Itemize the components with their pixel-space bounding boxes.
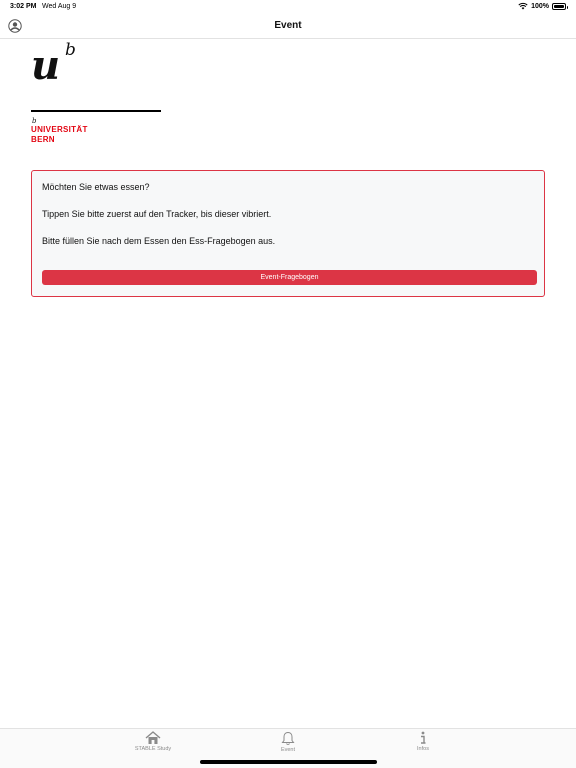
university-logo: u b b UNIVERSITÄT BERN [31,40,171,148]
logo-divider [31,110,161,112]
event-card: Möchten Sie etwas essen? Tippen Sie bitt… [31,170,545,297]
logo-bern-text: BERN [31,135,55,144]
tab-infos[interactable]: Infos [383,731,463,752]
tab-stable-study[interactable]: STABLE Study [113,731,193,752]
status-date: Wed Aug 9 [42,3,77,10]
bell-icon [281,731,295,746]
event-questionnaire-button[interactable]: Event-Fragebogen [42,270,537,285]
logo-letter-b: b [65,40,76,60]
tracker-instruction: Tippen Sie bitte zuerst auf den Tracker,… [42,209,272,219]
tab-label-infos: Infos [417,746,429,752]
event-question: Möchten Sie etwas essen? [42,182,150,192]
logo-university-text: UNIVERSITÄT [31,125,88,134]
logo-small-b: b [32,117,37,125]
tab-label-stable-study: STABLE Study [134,746,172,752]
battery-fill [554,4,564,8]
status-right: 100% [518,2,568,10]
page-title: Event [274,20,302,31]
status-bar: 3:02 PM Wed Aug 9 100% [0,0,576,14]
wifi-icon [518,2,528,10]
home-indicator [200,760,377,764]
tab-event[interactable]: Event [248,731,328,753]
battery-percent: 100% [531,2,549,10]
questionnaire-instruction: Bitte füllen Sie nach dem Essen den Ess-… [42,236,276,246]
nav-bar: Event [0,14,576,39]
battery-icon [552,2,568,10]
home-icon [145,731,161,744]
info-icon [421,731,426,744]
logo-letter-u: u [31,42,61,89]
tab-label-event: Event [280,747,296,753]
status-time: 3:02 PM [10,3,37,10]
